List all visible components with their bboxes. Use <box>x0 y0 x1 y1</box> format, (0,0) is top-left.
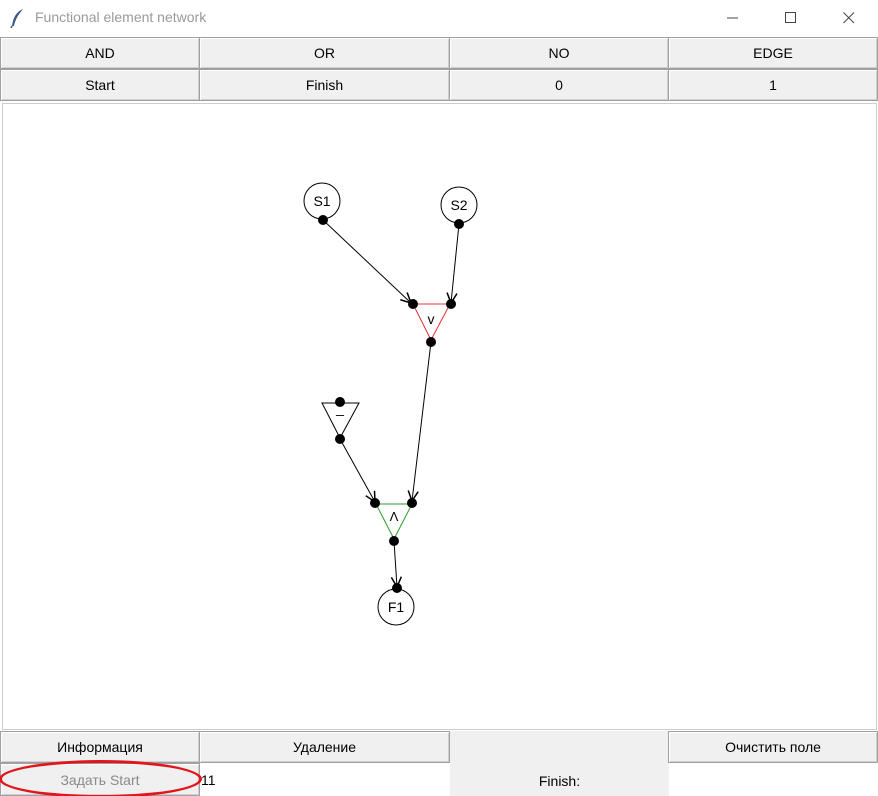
node-f1-port[interactable] <box>392 583 402 593</box>
or-gate-symbol: v <box>428 311 435 327</box>
edge-or-and[interactable] <box>412 341 432 501</box>
or-button[interactable]: OR <box>199 37 450 69</box>
edge-not-and[interactable] <box>339 438 375 502</box>
and-gate-output[interactable] <box>389 536 399 546</box>
set-start-button[interactable]: Задать Start <box>0 763 200 796</box>
and-gate-symbol: Λ <box>390 509 399 524</box>
not-gate-input[interactable] <box>335 397 345 407</box>
graph-svg: S1 S2 v _ Λ F1 <box>303 182 478 626</box>
close-icon <box>843 12 855 24</box>
maximize-icon <box>785 12 796 23</box>
start-entry[interactable]: 11 <box>200 763 450 796</box>
clear-field-button[interactable]: Очистить поле <box>668 731 878 763</box>
edge-s1-or[interactable] <box>322 219 411 303</box>
or-gate-input-1[interactable] <box>408 299 418 309</box>
maximize-button[interactable] <box>762 0 820 36</box>
node-s2[interactable]: S2 <box>440 186 478 229</box>
not-gate[interactable]: _ <box>321 397 360 444</box>
graph-canvas[interactable]: S1 S2 v _ Λ F1 <box>2 103 877 730</box>
or-gate[interactable]: v <box>408 299 456 347</box>
and-button[interactable]: AND <box>0 37 200 69</box>
node-s2-port[interactable] <box>454 219 464 229</box>
info-button[interactable]: Информация <box>0 731 200 763</box>
node-s1[interactable]: S1 <box>303 182 341 225</box>
no-button[interactable]: NO <box>449 37 669 69</box>
and-gate[interactable]: Λ <box>370 498 417 546</box>
delete-button[interactable]: Удаление <box>199 731 450 763</box>
feather-icon <box>10 9 23 28</box>
window-title: Functional element network <box>35 9 207 25</box>
or-gate-input-2[interactable] <box>446 299 456 309</box>
edge-s2-or[interactable] <box>451 223 460 303</box>
node-f1-label: F1 <box>388 599 405 615</box>
edge-button[interactable]: EDGE <box>668 37 878 69</box>
minimize-icon <box>727 17 738 19</box>
finish-entry[interactable] <box>669 763 878 796</box>
title-bar: Functional element network <box>0 0 878 36</box>
finish-button[interactable]: Finish <box>199 69 450 101</box>
node-s1-port[interactable] <box>318 215 328 225</box>
close-button[interactable] <box>820 0 878 36</box>
and-gate-input-1[interactable] <box>370 498 380 508</box>
finish-label: Finish: <box>538 773 581 789</box>
minimize-button[interactable] <box>704 0 762 36</box>
not-gate-output[interactable] <box>335 434 345 444</box>
node-s2-label: S2 <box>450 197 467 213</box>
edge-and-f1[interactable] <box>394 540 397 587</box>
zero-button[interactable]: 0 <box>449 69 669 101</box>
node-f1[interactable]: F1 <box>377 583 415 626</box>
and-gate-input-2[interactable] <box>407 498 417 508</box>
start-button[interactable]: Start <box>0 69 200 101</box>
or-gate-output[interactable] <box>426 337 436 347</box>
node-s1-label: S1 <box>313 193 330 209</box>
one-button[interactable]: 1 <box>668 69 878 101</box>
